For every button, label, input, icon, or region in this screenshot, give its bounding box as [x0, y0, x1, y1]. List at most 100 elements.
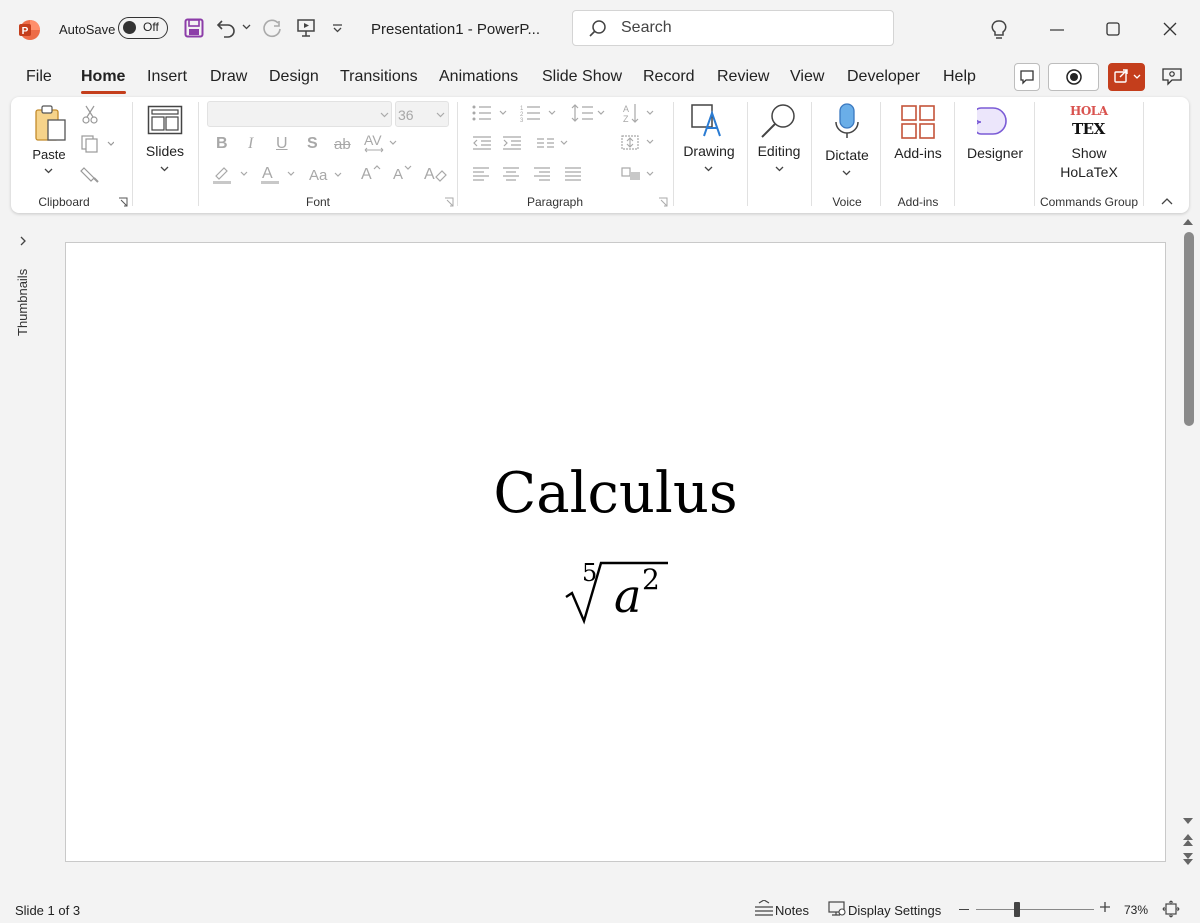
slide-canvas[interactable]: Calculus 5 a 2 [65, 242, 1166, 862]
line-spacing-icon[interactable] [571, 102, 611, 124]
tab-slide-show[interactable]: Slide Show [542, 68, 622, 86]
zoom-slider-thumb[interactable] [1014, 902, 1020, 917]
slides-chevron-icon[interactable] [160, 166, 169, 172]
change-case-icon[interactable]: Aa [309, 165, 347, 185]
drawing-shapes-icon[interactable] [690, 103, 726, 139]
zoom-slider-track[interactable] [976, 909, 1094, 910]
drawing-label[interactable]: Drawing [681, 143, 737, 159]
scroll-up-arrow-icon[interactable] [1182, 217, 1194, 227]
maximize-icon[interactable] [1106, 22, 1120, 36]
editing-chevron-icon[interactable] [775, 166, 784, 172]
display-settings-icon[interactable] [828, 901, 846, 917]
slide-title[interactable]: Calculus [66, 461, 1165, 526]
drawing-chevron-icon[interactable] [704, 166, 713, 172]
italic-icon[interactable]: I [248, 135, 253, 153]
decrease-indent-icon[interactable] [472, 135, 492, 151]
tab-transitions[interactable]: Transitions [340, 68, 418, 86]
bullets-icon[interactable] [471, 104, 511, 122]
tab-file[interactable]: File [26, 68, 52, 86]
font-color-icon[interactable]: A [259, 163, 299, 185]
undo-icon[interactable] [216, 18, 238, 38]
addins-label[interactable]: Add-ins [890, 145, 946, 161]
fit-slide-icon[interactable] [1162, 900, 1180, 918]
coauthor-icon[interactable] [1160, 66, 1184, 88]
align-right-icon[interactable] [533, 166, 551, 182]
previous-slide-icon[interactable] [1182, 832, 1194, 848]
increase-font-size-icon[interactable]: A [361, 163, 383, 183]
slides-layout-icon[interactable] [147, 105, 183, 135]
align-center-icon[interactable] [502, 166, 520, 182]
vertical-scrollbar-thumb[interactable] [1184, 232, 1194, 426]
redo-icon[interactable] [261, 18, 283, 40]
increase-indent-icon[interactable] [502, 135, 522, 151]
paragraph-launcher-icon[interactable] [658, 197, 668, 207]
tab-animations[interactable]: Animations [439, 68, 518, 86]
smartart-icon[interactable] [620, 164, 660, 184]
paste-label[interactable]: Paste [32, 147, 66, 162]
paste-chevron-icon[interactable] [44, 168, 53, 174]
designer-icon[interactable] [977, 104, 1011, 138]
font-launcher-icon[interactable] [444, 197, 454, 207]
tab-draw[interactable]: Draw [210, 68, 247, 86]
dictate-label[interactable]: Dictate [821, 147, 873, 163]
underline-icon[interactable]: U [276, 135, 288, 153]
undo-dropdown-chevron-icon[interactable] [242, 24, 251, 30]
text-direction-icon[interactable]: AZ [623, 102, 659, 124]
format-painter-icon[interactable] [80, 164, 100, 184]
share-button[interactable] [1108, 63, 1145, 91]
font-family-combo[interactable] [207, 101, 392, 127]
tab-design[interactable]: Design [269, 68, 319, 86]
formula-nth-root[interactable]: 5 a 2 [562, 555, 672, 627]
show-holatex-label-line1[interactable]: Show [1058, 145, 1120, 161]
slides-label[interactable]: Slides [141, 143, 189, 159]
customize-toolbar-icon[interactable] [332, 24, 343, 33]
tab-record[interactable]: Record [643, 68, 695, 86]
zoom-level[interactable]: 73% [1124, 903, 1148, 917]
record-button[interactable] [1048, 63, 1099, 91]
character-spacing-icon[interactable]: AV [363, 133, 399, 153]
cut-icon[interactable] [82, 104, 98, 124]
close-icon[interactable] [1163, 22, 1177, 36]
scroll-down-arrow-icon[interactable] [1182, 816, 1194, 826]
collapse-ribbon-icon[interactable] [1161, 197, 1173, 205]
notes-button[interactable]: Notes [775, 903, 809, 918]
show-holatex-label-line2[interactable]: HoLaTeX [1054, 164, 1124, 180]
autosave-toggle[interactable]: Off [118, 17, 168, 39]
holatex-logo[interactable]: HOLA TEX [1068, 104, 1110, 140]
comments-button[interactable] [1014, 63, 1040, 91]
thumbnails-tab[interactable]: Thumbnails [15, 269, 33, 416]
align-text-icon[interactable] [620, 133, 660, 153]
lightbulb-icon[interactable] [990, 19, 1008, 41]
editing-find-icon[interactable] [760, 103, 798, 139]
zoom-out-icon[interactable] [959, 909, 969, 911]
display-settings-button[interactable]: Display Settings [848, 903, 941, 918]
highlight-color-icon[interactable] [211, 163, 251, 185]
notes-icon[interactable] [754, 900, 774, 918]
copy-icon[interactable] [80, 134, 114, 154]
minimize-icon[interactable] [1050, 29, 1064, 31]
tab-home[interactable]: Home [81, 68, 125, 86]
justify-icon[interactable] [564, 166, 582, 182]
dictate-chevron-icon[interactable] [842, 170, 851, 176]
clear-formatting-icon[interactable]: A [424, 163, 448, 185]
designer-label[interactable]: Designer [963, 145, 1027, 161]
tab-view[interactable]: View [790, 68, 824, 86]
tab-review[interactable]: Review [717, 68, 769, 86]
paste-icon[interactable] [33, 104, 69, 144]
tab-insert[interactable]: Insert [147, 68, 187, 86]
present-from-beginning-icon[interactable] [296, 18, 316, 38]
columns-icon[interactable] [536, 137, 574, 151]
bold-icon[interactable]: B [216, 135, 228, 153]
font-size-combo[interactable]: 36 [395, 101, 449, 127]
editing-label[interactable]: Editing [752, 143, 806, 159]
zoom-in-icon[interactable] [1099, 901, 1111, 913]
search-box[interactable]: Search [572, 10, 894, 46]
addins-icon[interactable] [900, 104, 936, 140]
align-left-icon[interactable] [472, 166, 490, 182]
expand-thumbnails-chevron-icon[interactable] [19, 236, 27, 246]
text-shadow-icon[interactable]: S [307, 135, 318, 153]
save-icon[interactable] [184, 18, 204, 38]
decrease-font-size-icon[interactable]: A [393, 163, 415, 183]
next-slide-icon[interactable] [1182, 851, 1194, 867]
numbering-icon[interactable]: 123 [520, 104, 560, 122]
